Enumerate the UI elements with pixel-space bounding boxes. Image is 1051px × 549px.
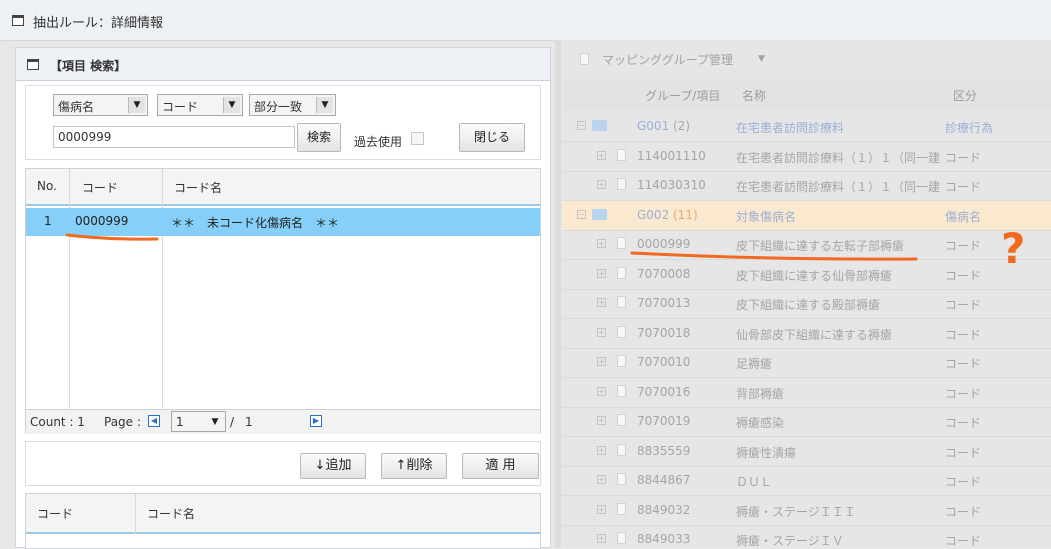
annotation-overlay: [65, 233, 918, 261]
underline-mark-left: [65, 233, 159, 241]
question-mark-annotation: ?: [1001, 224, 1026, 273]
underline-mark-right: [630, 251, 918, 261]
